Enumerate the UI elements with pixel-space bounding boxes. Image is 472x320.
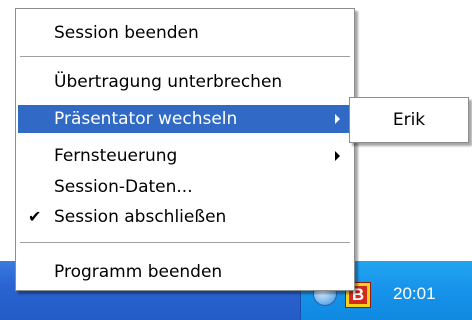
context-menu: Session beenden Übertragung unterbrechen… <box>15 8 355 291</box>
checkmark-icon: ✔ <box>28 207 42 226</box>
menu-item-label: Session beenden <box>54 23 199 43</box>
menu-item-session-abschliessen[interactable]: ✔ Session abschließen <box>18 203 352 231</box>
submenu-arrow-icon <box>335 151 340 161</box>
menu-item-uebertragung-unterbrechen[interactable]: Übertragung unterbrechen <box>18 68 352 96</box>
menu-item-programm-beenden[interactable]: Programm beenden <box>18 258 352 286</box>
tray-clock[interactable]: 20:01 <box>393 284 436 304</box>
menu-separator <box>20 56 350 58</box>
menu-item-fernsteuerung[interactable]: Fernsteuerung <box>18 142 352 170</box>
menu-item-label: Präsentator wechseln <box>54 109 238 129</box>
menu-item-label: Programm beenden <box>54 262 223 282</box>
submenu-arrow-icon <box>335 114 340 124</box>
menu-separator <box>20 242 350 244</box>
submenu-praesentator: Erik <box>349 97 469 143</box>
menu-item-session-beenden[interactable]: Session beenden <box>18 19 352 47</box>
menu-item-label: Session-Daten... <box>54 177 193 197</box>
menu-item-label: Übertragung unterbrechen <box>54 72 283 92</box>
menu-item-label: Fernsteuerung <box>54 146 178 166</box>
menu-item-session-daten[interactable]: Session-Daten... <box>18 173 352 201</box>
submenu-item-erik[interactable]: Erik <box>352 103 466 137</box>
menu-item-label: Session abschließen <box>54 207 227 227</box>
menu-item-praesentator-wechseln[interactable]: Präsentator wechseln <box>18 105 352 133</box>
